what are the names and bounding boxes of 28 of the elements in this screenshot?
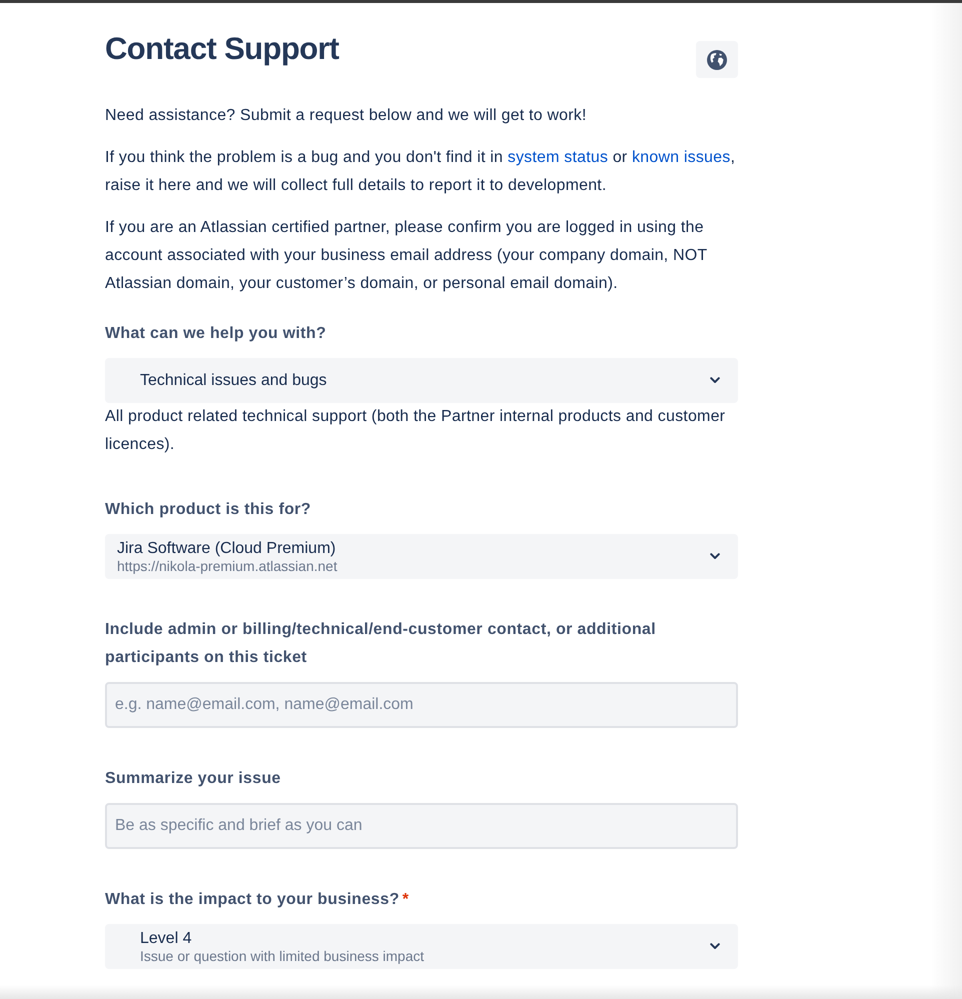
language-button[interactable]	[696, 41, 738, 78]
input-field[interactable]: e.g. name@email.com, name@email.com	[105, 682, 738, 728]
chevron-down-icon	[710, 553, 720, 560]
field-label: Which product is this for?	[105, 501, 312, 518]
dropdown-description: Issue or question with limited business impact	[140, 948, 424, 964]
intro-paragraph: If you are an Atlassian certified partner, please confirm you are logged in using the account associated with your business email address (your company domain, NOT Atlassian domain, your customer’s domain, or personal email domain).	[105, 218, 708, 294]
field-label: Summarize your issue	[105, 770, 281, 787]
chevron-down-icon	[710, 377, 720, 384]
page-title: Contact Support	[105, 31, 339, 67]
dropdown-value: Technical issues and bugs	[140, 371, 327, 390]
dropdown-description: https://nikola-premium.atlassian.net	[117, 558, 338, 574]
chevron-down-icon	[710, 943, 720, 950]
field-label: What is the impact to your business?	[105, 891, 400, 908]
dropdown[interactable]: Level 4 Issue or question with limited business impact	[105, 924, 738, 969]
field-label: What can we help you with?	[105, 325, 326, 342]
dropdown-value: Level 4	[140, 928, 193, 948]
required-marker: *	[402, 891, 409, 908]
text-link[interactable]: system status	[508, 149, 608, 166]
text-link[interactable]: known issues	[632, 149, 730, 166]
input-field[interactable]: Be as specific and brief as you can	[105, 803, 738, 849]
dropdown[interactable]: Jira Software (Cloud Premium) https://nikola-premium.atlassian.net	[105, 534, 738, 579]
dropdown-value: Jira Software (Cloud Premium)	[117, 538, 337, 558]
dropdown[interactable]: Technical issues and bugs	[105, 358, 738, 403]
field-label: Include admin or billing/technical/end-customer contact, or additional participants on this ticket	[105, 621, 656, 666]
intro-paragraph: If you think the problem is a bug and you don't find it in system status or known issues, raise it here and we will collect full details to report it to development.	[105, 148, 736, 196]
globe-icon	[707, 50, 727, 70]
intro-paragraph: Need assistance? Submit a request below and we will get to work!	[105, 106, 588, 126]
help-text: All product related technical support (both the Partner internal products and customer licences).	[105, 407, 726, 455]
